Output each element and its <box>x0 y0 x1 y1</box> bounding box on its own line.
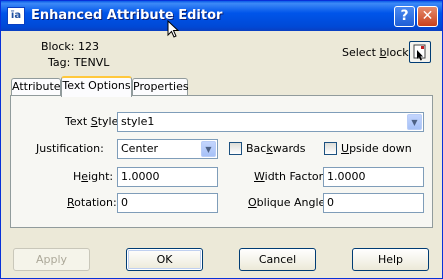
window-title: Enhanced Attribute Editor <box>31 8 223 23</box>
title-bar[interactable]: īa Enhanced Attribute Editor ? ✕ <box>1 1 442 31</box>
select-block-button[interactable] <box>409 41 431 63</box>
mouse-cursor-icon <box>167 20 179 38</box>
ok-button[interactable]: OK <box>126 248 203 271</box>
width-factor-label: Width Factor: <box>254 170 327 183</box>
block-value: 123 <box>77 40 99 53</box>
upside-down-checkbox[interactable] <box>324 142 337 155</box>
text-style-value: style1 <box>121 115 155 128</box>
block-label: Block: 123 <box>41 40 99 53</box>
justification-value: Center <box>121 142 159 155</box>
rotation-input[interactable]: 0 <box>117 193 218 213</box>
tab-text-options[interactable]: Text Options <box>61 76 132 97</box>
height-input[interactable]: 1.0000 <box>117 167 218 187</box>
tag-value: TENVL <box>73 56 110 69</box>
chevron-down-icon[interactable]: ▼ <box>407 114 422 130</box>
chevron-down-icon[interactable]: ▼ <box>201 141 216 157</box>
backwards-checkbox[interactable] <box>229 142 242 155</box>
help-title-button[interactable]: ? <box>394 6 415 27</box>
upside-down-label[interactable]: Upside down <box>341 142 412 155</box>
close-button[interactable]: ✕ <box>417 6 438 27</box>
apply-button[interactable]: Apply <box>13 248 90 271</box>
oblique-angle-input[interactable]: 0 <box>323 193 424 213</box>
backwards-label[interactable]: Backwards <box>246 142 306 155</box>
height-label: Height: <box>73 170 114 183</box>
cancel-button[interactable]: Cancel <box>239 248 316 271</box>
oblique-angle-label: Oblique Angle: <box>248 196 329 209</box>
text-style-select[interactable]: style1 ▼ <box>117 112 424 132</box>
tab-attribute[interactable]: Attribute <box>11 78 61 96</box>
help-button[interactable]: Help <box>352 248 429 271</box>
justification-select[interactable]: Center ▼ <box>117 139 218 159</box>
text-style-label: Text Style: <box>65 115 123 128</box>
tag-label: Tag: TENVL <box>48 56 110 69</box>
pick-block-icon <box>413 44 426 61</box>
rotation-label: Rotation: <box>67 196 117 209</box>
app-icon: īa <box>7 7 25 25</box>
tab-properties[interactable]: Properties <box>132 78 189 96</box>
select-block-label: Select block <box>342 46 409 59</box>
width-factor-input[interactable]: 1.0000 <box>323 167 424 187</box>
justification-label: Justification: <box>36 142 104 155</box>
text-options-panel: Text Style: style1 ▼ Justification: Cent… <box>10 95 433 228</box>
attribute-editor-window: īa Enhanced Attribute Editor ? ✕ Block: … <box>0 0 443 279</box>
